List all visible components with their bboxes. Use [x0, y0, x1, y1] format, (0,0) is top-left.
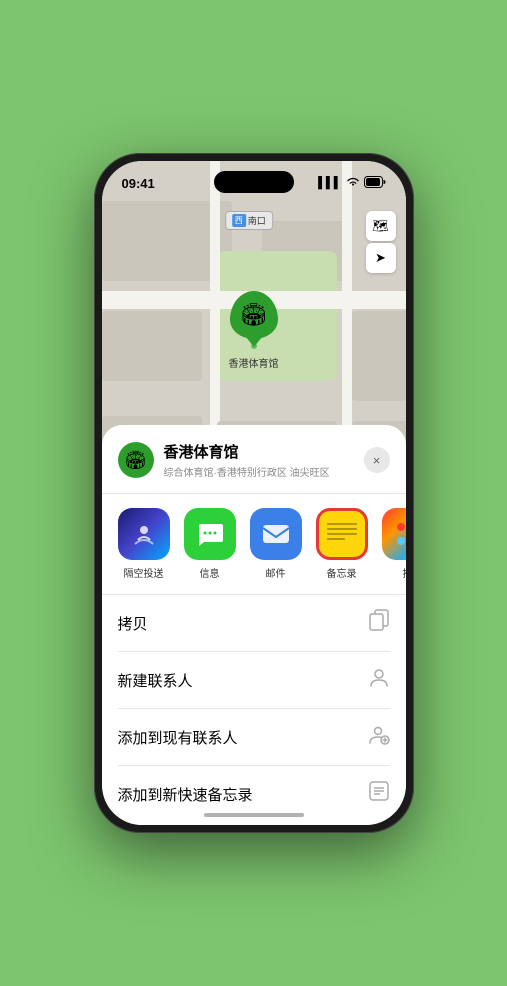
action-label-copy: 拷贝: [118, 613, 148, 634]
map-layers-button[interactable]: 🗺: [366, 211, 396, 241]
notes-lines: [327, 523, 357, 540]
notes-line-1: [327, 523, 357, 525]
add-notes-icon: [368, 780, 390, 808]
battery-icon: [364, 176, 386, 191]
mail-label: 邮件: [266, 565, 286, 580]
new-contact-icon: [368, 666, 390, 694]
more-icon: [382, 508, 406, 560]
dynamic-island: [214, 171, 294, 193]
action-label-new-contact: 新建联系人: [118, 670, 193, 691]
message-label: 信息: [200, 565, 220, 580]
airdrop-label: 隔空投送: [124, 565, 164, 580]
action-row-add-existing[interactable]: 添加到现有联系人: [118, 709, 390, 766]
copy-icon: [368, 609, 390, 637]
close-button[interactable]: ×: [364, 447, 390, 473]
place-name: 香港体育馆: [164, 441, 364, 462]
airdrop-icon: [118, 508, 170, 560]
notes-line-4: [327, 538, 345, 540]
wifi-icon: [346, 176, 360, 190]
share-item-airdrop[interactable]: 隔空投送: [118, 508, 170, 580]
action-label-add-existing: 添加到现有联系人: [118, 727, 238, 748]
phone-frame: 09:41 ▌▌▌: [94, 153, 414, 833]
stadium-pin: 🏟 香港体育馆: [229, 291, 279, 370]
phone-screen: 09:41 ▌▌▌: [102, 161, 406, 825]
notes-label: 备忘录: [327, 565, 357, 580]
place-subtitle: 综合体育馆·香港特别行政区 油尖旺区: [164, 464, 364, 479]
pin-label: 香港体育馆: [229, 355, 279, 370]
bottom-sheet: 🏟 香港体育馆 综合体育馆·香港特别行政区 油尖旺区 ×: [102, 425, 406, 825]
status-icons: ▌▌▌: [318, 176, 385, 191]
share-item-more[interactable]: 推: [382, 508, 406, 580]
map-label-text: 南口: [248, 214, 266, 227]
share-row: 隔空投送 信息: [102, 494, 406, 595]
notes-line-2: [327, 528, 357, 530]
pin-icon: 🏟: [230, 291, 278, 339]
place-icon: 🏟: [118, 442, 154, 478]
place-text: 香港体育馆 综合体育馆·香港特别行政区 油尖旺区: [164, 441, 364, 479]
map-label: 西 南口: [225, 211, 273, 230]
more-label: 推: [403, 565, 406, 580]
action-row-copy[interactable]: 拷贝: [118, 595, 390, 652]
mail-icon: [250, 508, 302, 560]
share-item-message[interactable]: 信息: [184, 508, 236, 580]
share-item-notes[interactable]: 备忘录: [316, 508, 368, 580]
notes-line-3: [327, 533, 357, 535]
signal-icon: ▌▌▌: [318, 177, 341, 189]
map-controls: 🗺 ➤: [366, 211, 396, 273]
place-info: 🏟 香港体育馆 综合体育馆·香港特别行政区 油尖旺区 ×: [102, 441, 406, 494]
action-list: 拷贝 新建联系人: [102, 595, 406, 822]
action-row-new-contact[interactable]: 新建联系人: [118, 652, 390, 709]
home-indicator: [204, 813, 304, 817]
notes-icon: [316, 508, 368, 560]
share-item-mail[interactable]: 邮件: [250, 508, 302, 580]
map-location-button[interactable]: ➤: [366, 243, 396, 273]
status-time: 09:41: [122, 176, 155, 191]
action-label-add-notes: 添加到新快速备忘录: [118, 784, 253, 805]
message-icon: [184, 508, 236, 560]
add-existing-icon: [368, 723, 390, 751]
